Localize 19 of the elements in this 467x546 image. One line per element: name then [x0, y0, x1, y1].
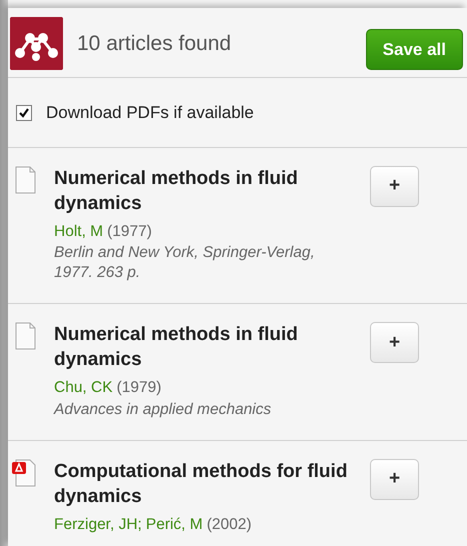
- checkbox[interactable]: [16, 104, 32, 120]
- year: (1979): [116, 378, 162, 398]
- author-link[interactable]: Perić, M: [146, 512, 203, 536]
- result-count: 10 articles found: [77, 30, 232, 57]
- add-button[interactable]: +: [370, 166, 419, 207]
- year: (1977): [107, 222, 152, 242]
- article-title[interactable]: Computational methods for fluid dynamics: [54, 458, 354, 508]
- year: (2002): [206, 514, 252, 534]
- add-button[interactable]: +: [370, 458, 419, 500]
- add-button[interactable]: +: [370, 322, 419, 364]
- article-title[interactable]: Numerical methods in fluid dynamics: [54, 166, 354, 216]
- author-link[interactable]: Ferziger, JH;: [54, 512, 142, 536]
- author-link[interactable]: Holt, M: [54, 220, 104, 244]
- pdf-file-icon: [12, 458, 38, 486]
- article-title[interactable]: Numerical methods in fluid dynamics: [54, 322, 354, 372]
- checkbox-label: Download PDFs if available: [46, 102, 254, 124]
- source-text: Advances in applied mechanics: [54, 400, 272, 420]
- author-link[interactable]: Chu, CK: [54, 376, 113, 400]
- source-text: Berlin and New York, Springer-Verlag, 1977. 263 p.: [54, 243, 316, 284]
